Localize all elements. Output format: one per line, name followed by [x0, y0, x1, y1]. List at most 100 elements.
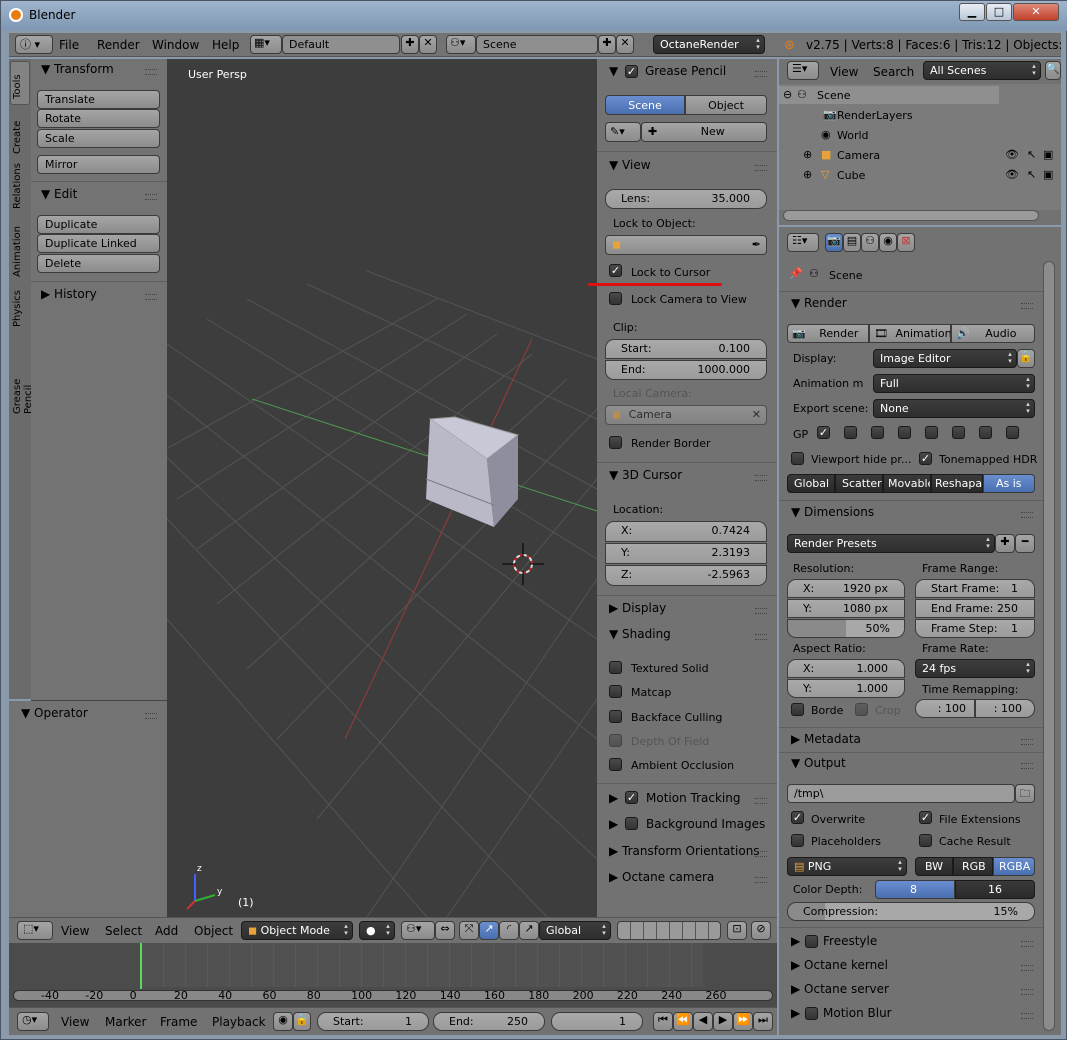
tab-movable[interactable]: Movable [883, 474, 931, 493]
expand-icon[interactable]: ⊖ [783, 88, 792, 101]
mirror-button[interactable]: Mirror [37, 155, 160, 174]
remove-preset-button[interactable]: ━ [1015, 534, 1035, 553]
viewport-hide-checkbox[interactable] [791, 452, 804, 465]
scale-button[interactable]: Scale [37, 129, 160, 148]
gp-checkbox-5[interactable] [925, 426, 938, 439]
close-button[interactable]: ✕ [1013, 3, 1059, 21]
render-preview-icon[interactable]: ⊘ [751, 921, 771, 940]
res-x-field[interactable]: X: 1920 px [787, 579, 905, 598]
frame-rate-dropdown[interactable]: 24 fps [915, 659, 1035, 678]
grease-pencil-header[interactable]: ▼ [609, 64, 618, 78]
keyframe-icon[interactable]: ◉ [273, 1012, 293, 1031]
remap-old-field[interactable]: : 100 [915, 699, 975, 718]
timeline-menu-view[interactable]: View [61, 1015, 89, 1029]
expand-camera-icon[interactable]: ⊕ [803, 148, 812, 161]
motion-blur-checkbox[interactable] [805, 1007, 818, 1020]
depth-8-button[interactable]: 8 [875, 880, 955, 899]
transform-orientations-header[interactable]: ▶ Transform Orientations [609, 844, 760, 858]
transform-icon[interactable]: ↗ [519, 921, 539, 940]
gp-checkbox-8[interactable] [1006, 426, 1019, 439]
transform-panel-header[interactable]: ▼ Transform [41, 62, 114, 76]
textured-solid-checkbox[interactable] [609, 661, 622, 674]
cursor-y-field[interactable]: Y: 2.3193 [605, 543, 767, 564]
layers-grid[interactable] [617, 921, 721, 940]
scene-field[interactable]: Scene [476, 35, 598, 54]
end-frame-field[interactable]: End: 250 [433, 1012, 545, 1031]
cube[interactable] [425, 416, 520, 527]
layout-field[interactable]: Default [282, 35, 400, 54]
timeline[interactable]: -40 -20 0 20 40 60 80 100 120 140 160 180 200 220 240 2… [9, 943, 777, 1007]
gp-checkbox-7[interactable] [979, 426, 992, 439]
outliner-item-scene[interactable]: Scene [817, 89, 851, 102]
end-frame-prop-field[interactable]: End Frame: 250 [915, 599, 1035, 618]
menu-add[interactable]: Add [155, 924, 178, 938]
menu-window[interactable]: Window [152, 38, 199, 52]
tab-create-label[interactable]: Create [12, 121, 23, 154]
lock-camera-checkbox[interactable] [609, 292, 622, 305]
lock-object-field[interactable]: ◼ ✒ [605, 235, 767, 255]
render-camera-icon-2[interactable]: ▣ [1043, 168, 1053, 181]
operator-panel-header[interactable]: ▼ Operator [21, 706, 88, 720]
duplicate-button[interactable]: Duplicate [37, 215, 160, 234]
backface-culling-checkbox[interactable] [609, 710, 622, 723]
output-path-field[interactable]: /tmp\ [787, 784, 1015, 803]
background-images-header[interactable]: ▶ [609, 817, 618, 831]
current-frame-field[interactable]: 1 [551, 1012, 643, 1031]
history-panel-header[interactable]: ▶ History [41, 287, 97, 301]
view-panel-header[interactable]: ▼ View [609, 158, 651, 172]
freestyle-header[interactable]: ▶ [791, 934, 800, 948]
lock-icon[interactable]: 🔒 [293, 1012, 311, 1031]
aspect-x-field[interactable]: X: 1.000 [787, 659, 905, 678]
grease-new-button[interactable]: ✚ New [641, 122, 767, 142]
pivot-icon[interactable]: ⚇▾ [401, 921, 435, 940]
properties-editor-type-button[interactable]: ☷▾ [787, 233, 819, 252]
tab-global[interactable]: Global [787, 474, 835, 493]
menu-select[interactable]: Select [105, 924, 142, 938]
shading-panel-header[interactable]: ▼ Shading [609, 627, 671, 641]
render-button[interactable]: 📷 Render [787, 324, 869, 343]
delete-layout-button[interactable]: ✕ [419, 35, 437, 54]
motion-tracking-header[interactable]: ▶ [609, 791, 618, 805]
octane-server-header[interactable]: ▶ Octane server [791, 982, 889, 996]
editor-type-info-button[interactable]: ⓘ ▾ [15, 35, 53, 54]
object-context-icon[interactable]: ⊠ [897, 233, 915, 252]
remap-new-field[interactable]: : 100 [975, 699, 1035, 718]
gp-checkbox-3[interactable] [871, 426, 884, 439]
play-icon[interactable]: ▶ [713, 1012, 733, 1031]
render-presets-dropdown[interactable]: Render Presets [787, 534, 995, 553]
animation-mode-dropdown[interactable]: Full [873, 374, 1035, 393]
bw-button[interactable]: BW [915, 857, 953, 876]
visibility-eye-icon[interactable]: 👁 [1005, 148, 1019, 161]
display-panel-header[interactable]: ▶ Display [609, 601, 666, 615]
clip-end-field[interactable]: End: 1000.000 [605, 360, 767, 380]
3d-editor-type-button[interactable]: ⬚▾ [17, 921, 53, 940]
add-preset-button[interactable]: ✚ [995, 534, 1015, 553]
outliner-editor-type-button[interactable]: ☰▾ [787, 61, 819, 80]
scale-manipulator-icon[interactable]: ◜ [499, 921, 519, 940]
display-lock-icon[interactable]: 🔒 [1017, 349, 1035, 368]
layers-context-icon[interactable]: ▤ [843, 233, 861, 252]
add-scene-button[interactable]: ✚ [598, 35, 616, 54]
grease-scene-button[interactable]: Scene [605, 95, 685, 115]
translate-manipulator-icon[interactable]: ⤧ [459, 921, 479, 940]
tab-physics-label[interactable]: Physics [12, 290, 23, 327]
tab-relations-label[interactable]: Relations [12, 163, 23, 209]
3d-cursor-panel-header[interactable]: ▼ 3D Cursor [609, 468, 682, 482]
tonemapped-checkbox[interactable]: ✓ [919, 452, 932, 465]
layout-icon[interactable]: ▦▾ [250, 35, 282, 54]
manipulator-toggle-icon[interactable]: ⇔ [435, 921, 455, 940]
compression-slider[interactable]: Compression: 15% [787, 902, 1035, 921]
matcap-checkbox[interactable] [609, 685, 622, 698]
outliner-item-world[interactable]: World [837, 129, 869, 142]
visibility-eye-icon-2[interactable]: 👁 [1005, 168, 1019, 181]
motion-blur-header[interactable]: ▶ [791, 1006, 800, 1020]
gp-checkbox-1[interactable]: ✓ [817, 426, 830, 439]
menu-view[interactable]: View [61, 924, 89, 938]
gp-checkbox-2[interactable] [844, 426, 857, 439]
viewport-shading-dropdown[interactable]: ● [359, 921, 395, 940]
delete-button[interactable]: Delete [37, 254, 160, 273]
outliner-menu-view[interactable]: View [830, 65, 858, 79]
frame-step-field[interactable]: Frame Step: 1 [915, 619, 1035, 638]
audio-button[interactable]: 🔊 Audio [951, 324, 1035, 343]
gp-checkbox-4[interactable] [898, 426, 911, 439]
